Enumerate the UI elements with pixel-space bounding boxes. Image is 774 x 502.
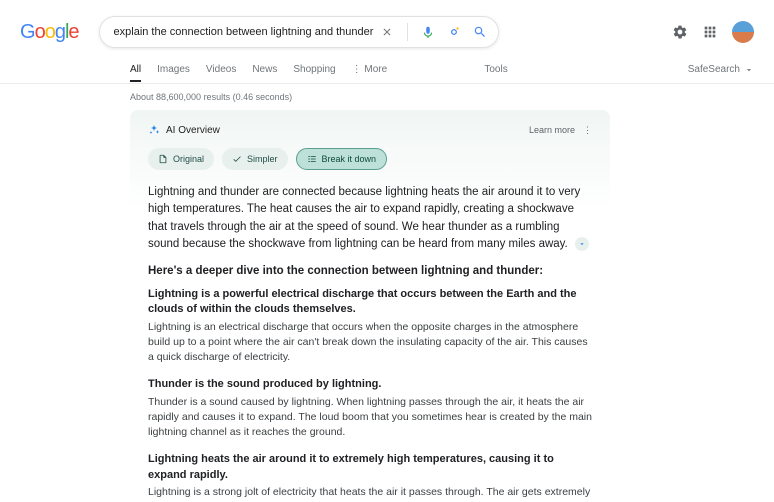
tab-shopping[interactable]: Shopping <box>293 58 335 81</box>
list-tree-icon <box>307 154 317 164</box>
tab-images[interactable]: Images <box>157 58 190 81</box>
tab-more[interactable]: ⋮ More <box>352 64 388 75</box>
ai-overview-card: AI Overview Learn more ⋮ Original Simple… <box>130 110 610 502</box>
avatar[interactable] <box>732 21 754 43</box>
section-1-body: Lightning is an electrical discharge tha… <box>148 320 592 366</box>
section-1-title: Lightning is a powerful electrical disch… <box>148 287 592 318</box>
lens-icon[interactable] <box>446 24 462 40</box>
chip-original[interactable]: Original <box>148 148 214 170</box>
search-bar <box>99 16 499 48</box>
chip-simpler[interactable]: Simpler <box>222 148 288 170</box>
section-2-title: Thunder is the sound produced by lightni… <box>148 377 592 392</box>
results-stats: About 88,600,000 results (0.46 seconds) <box>0 84 774 110</box>
tabs-row: All Images Videos News Shopping ⋮ More T… <box>0 56 774 84</box>
learn-more-link[interactable]: Learn more <box>529 125 575 135</box>
section-1: Lightning is a powerful electrical disch… <box>148 287 592 365</box>
sparkle-icon <box>148 124 160 136</box>
section-2-body: Thunder is a sound caused by lightning. … <box>148 395 592 441</box>
mic-icon[interactable] <box>420 24 436 40</box>
check-icon <box>232 154 242 164</box>
section-2: Thunder is the sound produced by lightni… <box>148 377 592 440</box>
tab-news[interactable]: News <box>252 58 277 81</box>
chip-break-it-down[interactable]: Break it down <box>296 148 388 170</box>
search-icon[interactable] <box>472 24 488 40</box>
tools-button[interactable]: Tools <box>484 64 507 75</box>
google-logo[interactable]: Google <box>20 21 79 44</box>
divider <box>407 23 408 41</box>
section-3-body: Lightning is a strong jolt of electricit… <box>148 485 592 502</box>
document-icon <box>158 154 168 164</box>
section-3: Lightning heats the air around it to ext… <box>148 452 592 502</box>
settings-icon[interactable] <box>672 24 688 40</box>
apps-icon[interactable] <box>702 24 718 40</box>
expand-icon[interactable] <box>575 237 589 251</box>
search-input[interactable] <box>114 26 379 38</box>
chevron-down-icon <box>744 65 754 75</box>
header: Google <box>0 0 774 56</box>
ai-overview-title: AI Overview <box>148 124 220 136</box>
safesearch-dropdown[interactable]: SafeSearch <box>688 64 754 75</box>
dive-header: Here's a deeper dive into the connection… <box>148 265 592 277</box>
section-3-title: Lightning heats the air around it to ext… <box>148 452 592 483</box>
overview-summary: Lightning and thunder are connected beca… <box>148 184 592 253</box>
clear-icon[interactable] <box>379 24 395 40</box>
tab-all[interactable]: All <box>130 58 141 81</box>
more-options-icon[interactable]: ⋮ <box>583 125 592 136</box>
tab-videos[interactable]: Videos <box>206 58 236 81</box>
mode-chips: Original Simpler Break it down <box>148 148 592 170</box>
